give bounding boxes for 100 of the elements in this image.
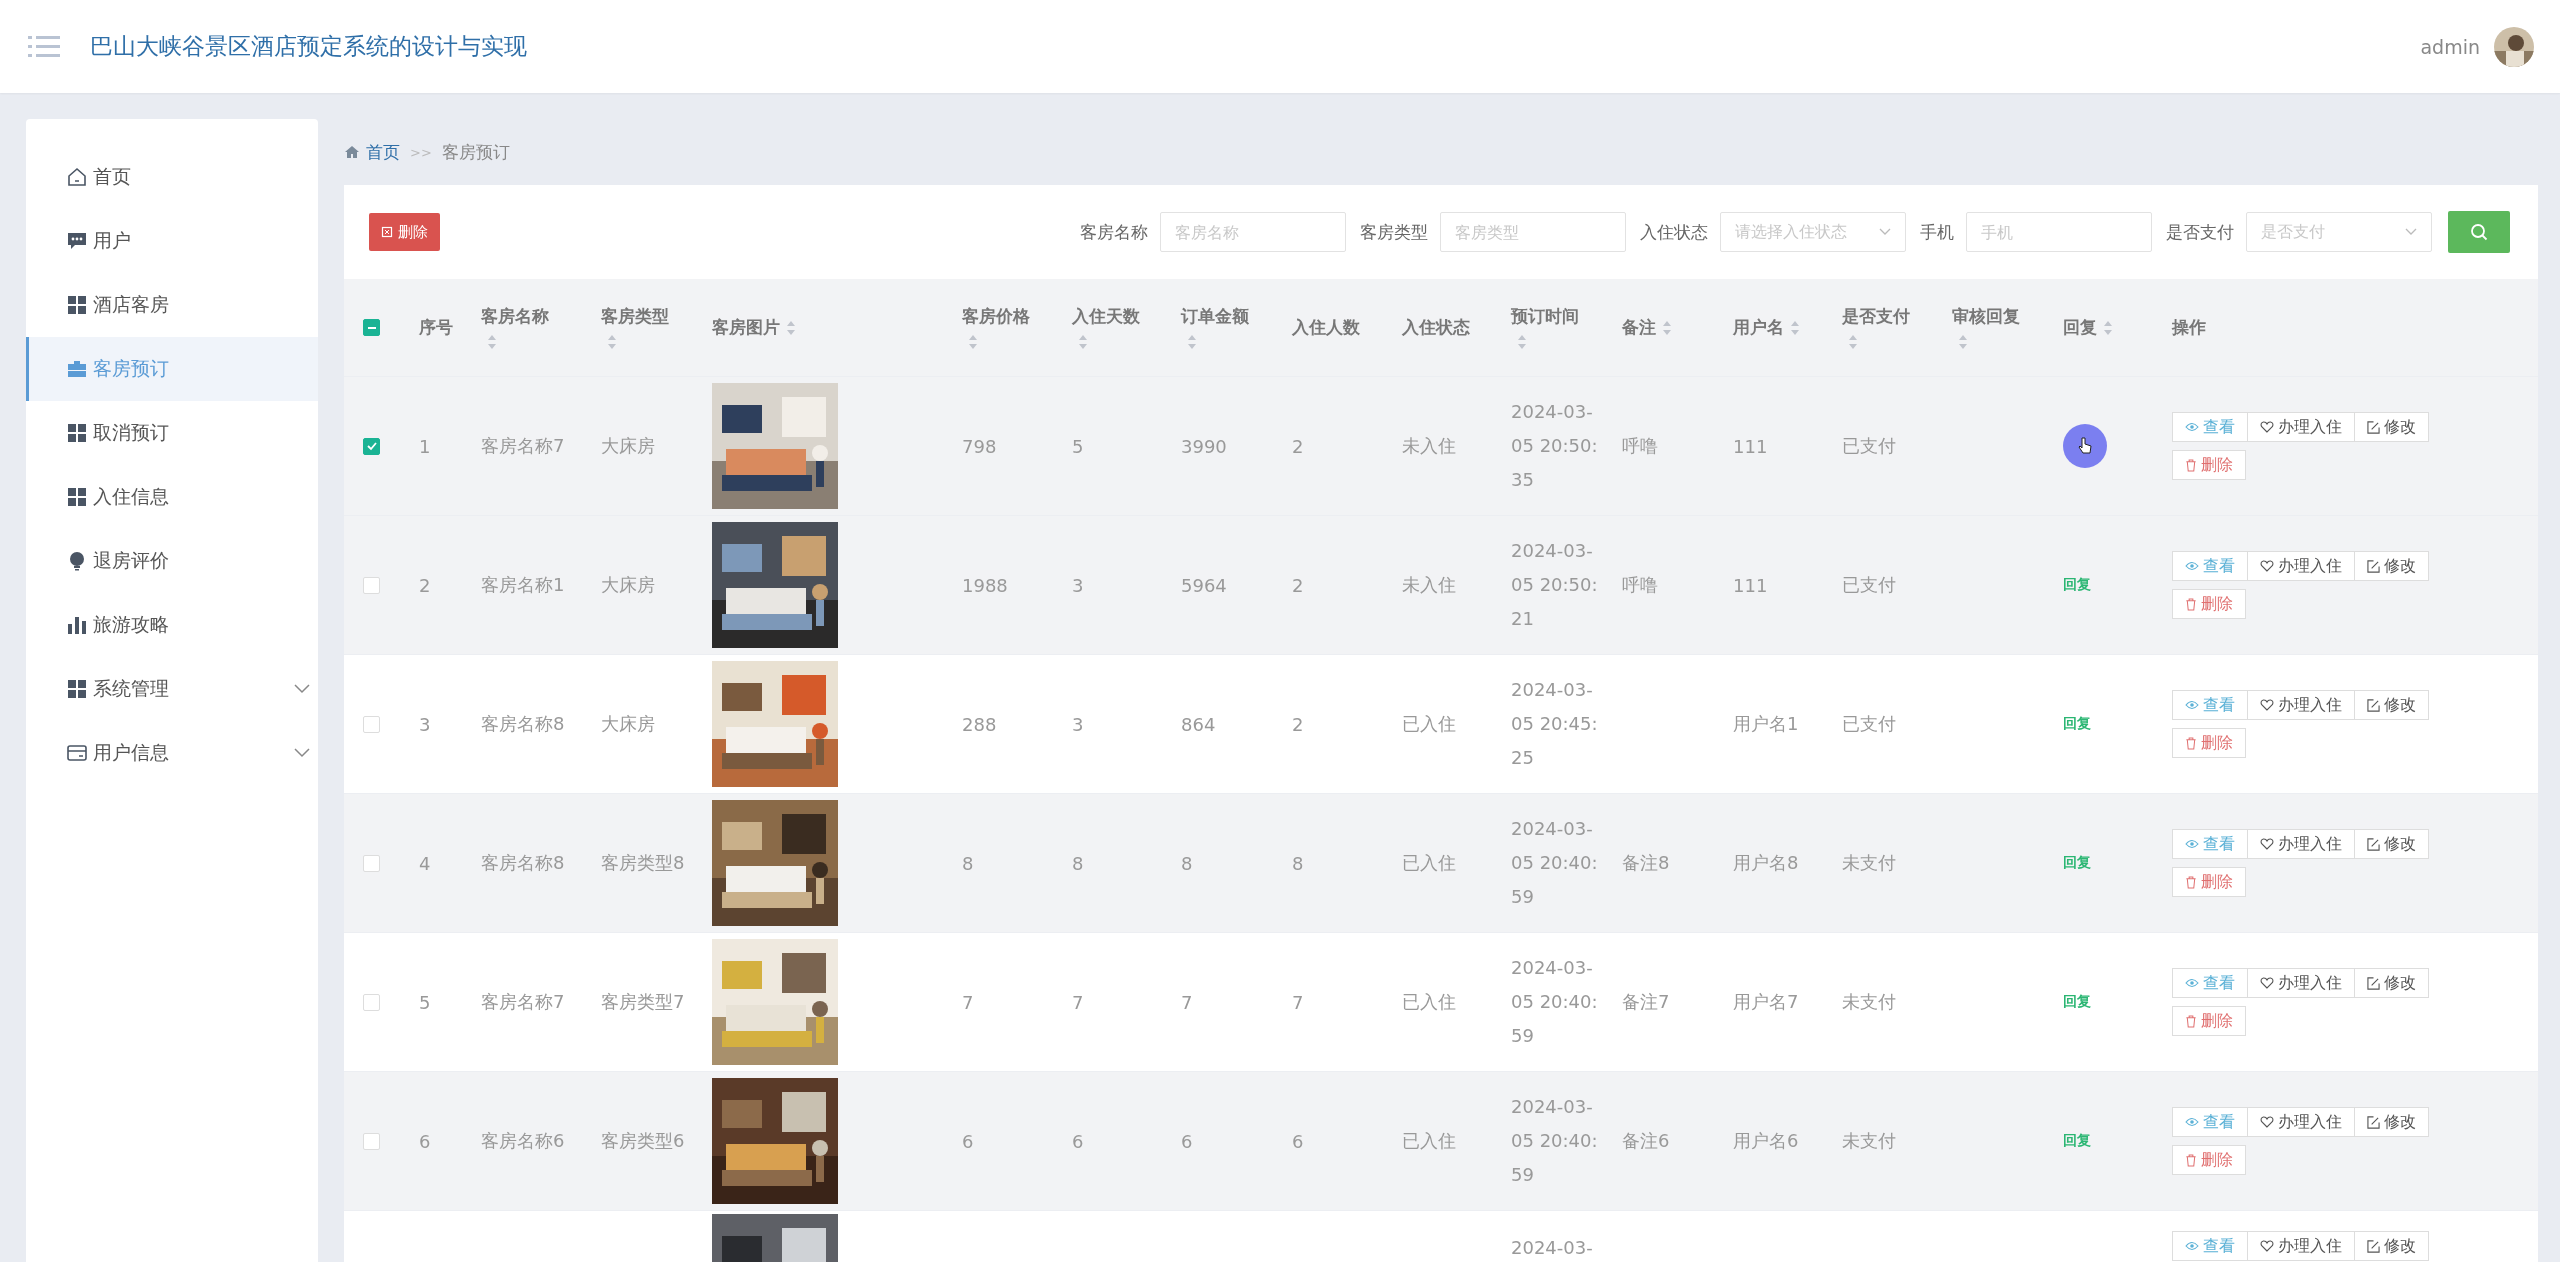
delete-button[interactable]: 删除	[2172, 1145, 2246, 1175]
edit-button[interactable]: 修改	[2354, 1231, 2429, 1261]
sidebar-item[interactable]: 入住信息	[26, 465, 318, 529]
sort-icon[interactable]	[1662, 319, 1672, 336]
sidebar-item[interactable]: 退房评价	[26, 529, 318, 593]
column-header[interactable]: 回复	[2063, 316, 2097, 339]
edit-icon	[2367, 976, 2380, 990]
edit-button[interactable]: 修改	[2354, 690, 2429, 720]
check-in-button[interactable]: 办理入住	[2247, 1231, 2355, 1261]
column-header[interactable]: 入住状态	[1402, 316, 1470, 339]
column-header[interactable]: 用户名	[1733, 316, 1784, 339]
breadcrumb-separator: >>	[410, 144, 432, 160]
table-cell: 客房名称7	[481, 990, 565, 1014]
sort-icon[interactable]	[1187, 334, 1197, 350]
view-button[interactable]: 查看	[2172, 551, 2248, 581]
heart-icon	[2260, 560, 2274, 572]
check-in-button[interactable]: 办理入住	[2247, 551, 2355, 581]
sidebar-item[interactable]: 用户信息	[26, 721, 318, 785]
column-header[interactable]: 操作	[2172, 316, 2206, 339]
table-cell: 未支付	[1842, 851, 1896, 875]
delete-button[interactable]: 删除	[2172, 867, 2246, 897]
sort-icon[interactable]	[607, 334, 617, 350]
table-cell: 客房名称7	[481, 434, 565, 458]
column-header[interactable]: 入住天数	[1072, 305, 1140, 328]
delete-button[interactable]: 删除	[2172, 728, 2246, 758]
check-in-button[interactable]: 办理入住	[2247, 690, 2355, 720]
view-button[interactable]: 查看	[2172, 690, 2248, 720]
table-cell: 7	[1292, 991, 1304, 1013]
table-cell: 用户名7	[1733, 990, 1799, 1014]
table-cell: 已入住	[1402, 990, 1456, 1014]
table-cell: 5964	[1181, 574, 1227, 596]
select-all-checkbox[interactable]	[363, 319, 380, 336]
trash-icon	[2185, 1153, 2197, 1167]
edit-button[interactable]: 修改	[2354, 551, 2429, 581]
filter-label: 客房名称	[1080, 220, 1148, 244]
breadcrumb-link[interactable]: 首页	[366, 140, 400, 164]
sort-icon[interactable]	[968, 334, 978, 350]
sort-icon[interactable]	[786, 319, 796, 336]
sort-icon[interactable]	[2103, 319, 2113, 336]
search-button[interactable]	[2448, 211, 2510, 253]
edit-icon	[2367, 1239, 2380, 1253]
sort-icon[interactable]	[487, 334, 497, 350]
view-button[interactable]: 查看	[2172, 412, 2248, 442]
column-header[interactable]: 订单金额	[1181, 305, 1249, 328]
table-cell: 2	[1292, 435, 1304, 457]
reply-link[interactable]: 回复	[2063, 1132, 2091, 1150]
card-icon	[67, 743, 87, 763]
column-header[interactable]: 序号	[419, 316, 453, 339]
column-header[interactable]: 审核回复	[1952, 305, 2020, 328]
column-header[interactable]: 入住人数	[1292, 316, 1360, 339]
delete-button[interactable]: 删除	[2172, 450, 2246, 480]
sidebar-item[interactable]: 系统管理	[26, 657, 318, 721]
delete-button[interactable]: 删除	[369, 213, 440, 251]
edit-button[interactable]: 修改	[2354, 412, 2429, 442]
column-header[interactable]: 客房名称	[481, 305, 549, 328]
reply-link[interactable]: 回复	[2063, 576, 2091, 594]
sort-icon[interactable]	[1848, 334, 1858, 350]
sidebar-item[interactable]: 客房预订	[26, 337, 318, 401]
column-header[interactable]: 备注	[1622, 316, 1656, 339]
table-cell: 8	[1072, 852, 1084, 874]
table-cell-text: 2024-03-	[1511, 1236, 1593, 1260]
edit-icon	[2367, 420, 2380, 434]
view-button[interactable]: 查看	[2172, 1107, 2248, 1137]
check-in-button[interactable]: 办理入住	[2247, 412, 2355, 442]
sort-icon[interactable]	[1958, 334, 1968, 350]
reply-link[interactable]: 回复	[2063, 715, 2091, 733]
sidebar-item[interactable]: 旅游攻略	[26, 593, 318, 657]
column-header[interactable]: 客房类型	[601, 305, 669, 328]
sort-icon[interactable]	[1790, 319, 1800, 336]
table-cell: 已入住	[1402, 1129, 1456, 1153]
column-header[interactable]: 预订时间	[1511, 305, 1579, 328]
reply-link[interactable]: 回复	[2063, 993, 2091, 1011]
sidebar-item[interactable]: 取消预订	[26, 401, 318, 465]
column-header[interactable]: 客房图片	[712, 316, 780, 339]
view-button[interactable]: 查看	[2172, 968, 2248, 998]
table-cell: 客房类型8	[601, 851, 685, 875]
edit-button[interactable]: 修改	[2354, 968, 2429, 998]
view-button[interactable]: 查看	[2172, 829, 2248, 859]
check-in-button[interactable]: 办理入住	[2247, 968, 2355, 998]
check-in-button[interactable]: 办理入住	[2247, 829, 2355, 859]
sort-icon[interactable]	[1517, 334, 1527, 350]
sidebar-item[interactable]: 用户	[26, 209, 318, 273]
menu-icon[interactable]	[28, 34, 60, 59]
table-cell: 客房名称1	[481, 573, 565, 597]
column-header[interactable]: 客房价格	[962, 305, 1030, 328]
row-checkbox[interactable]	[363, 437, 380, 455]
view-button[interactable]: 查看	[2172, 1231, 2248, 1261]
column-header[interactable]: 是否支付	[1842, 305, 1910, 328]
breadcrumb-current: 客房预订	[441, 140, 510, 164]
trash-icon	[2185, 597, 2197, 611]
sidebar-item[interactable]: 首页	[26, 145, 318, 209]
delete-button[interactable]: 删除	[2172, 589, 2246, 619]
user-name[interactable]: admin	[2420, 35, 2480, 58]
sidebar-item[interactable]: 酒店客房	[26, 273, 318, 337]
reply-link[interactable]: 回复	[2063, 854, 2091, 872]
edit-button[interactable]: 修改	[2354, 1107, 2429, 1137]
edit-button[interactable]: 修改	[2354, 829, 2429, 859]
sort-icon[interactable]	[1078, 334, 1088, 350]
delete-button[interactable]: 删除	[2172, 1006, 2246, 1036]
check-in-button[interactable]: 办理入住	[2247, 1107, 2355, 1137]
